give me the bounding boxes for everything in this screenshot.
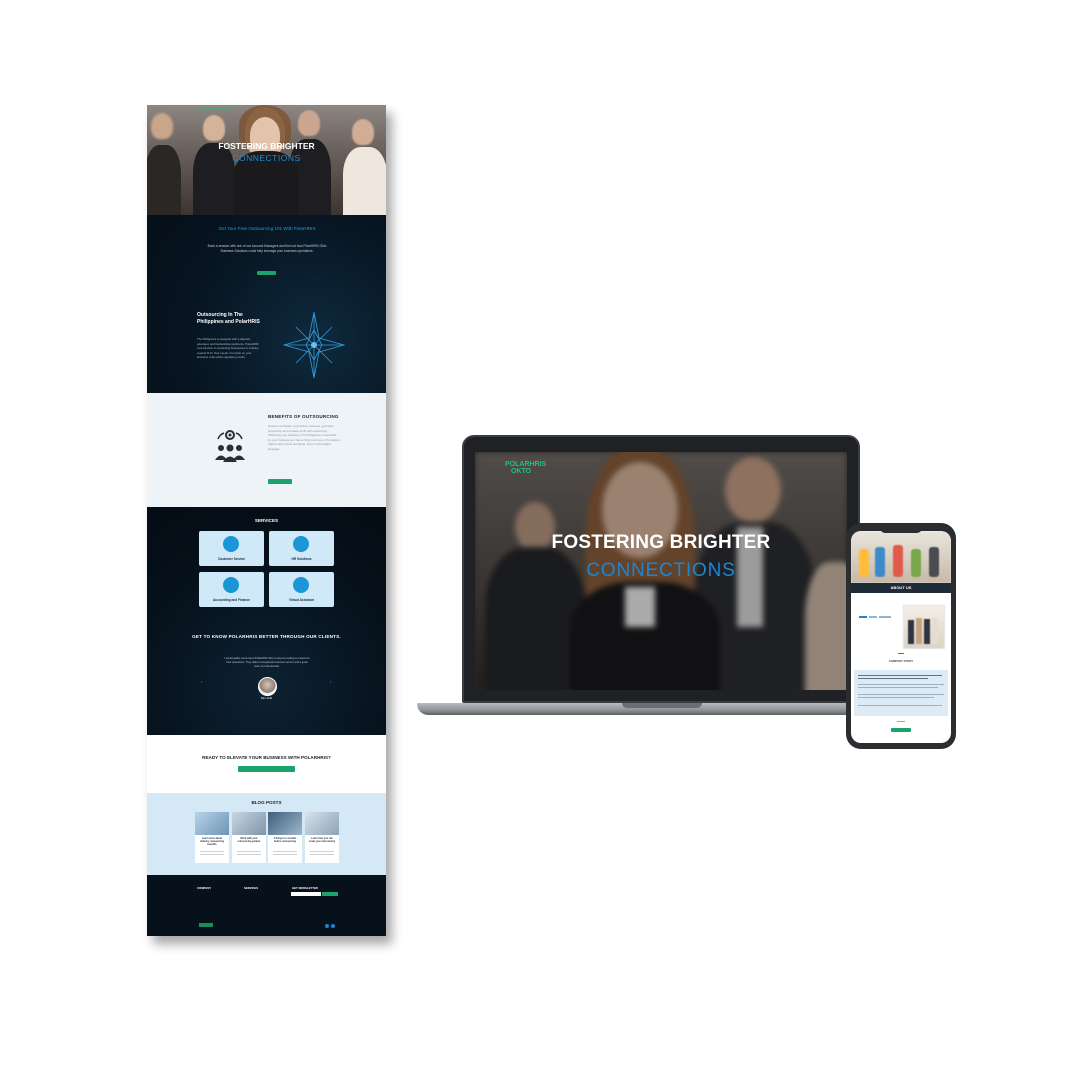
about-title: ABOUT US [890, 585, 912, 590]
network-star-graphic [282, 311, 346, 379]
cta-section: READY TO ELEVATE YOUR BUSINESS WITH POLA… [147, 735, 386, 793]
divider-dot [898, 653, 904, 654]
blog-card[interactable]: Learn how you can scale your outsourcing [305, 812, 339, 863]
headset-icon [223, 536, 239, 552]
clients-title: GET TO KNOW POLARHRIS BETTER THROUGH OUR… [192, 634, 341, 639]
newsletter-input[interactable] [291, 892, 321, 896]
blog-card-title: Work with your outsourcing partner [237, 837, 261, 844]
subscribe-button[interactable] [322, 892, 338, 896]
story-footer-line [897, 721, 905, 722]
blog-card[interactable]: Learn more about industry outsourcing be… [195, 812, 229, 863]
hero-title: FOSTERING BRIGHTER [551, 532, 771, 553]
blog-title: BLOG POSTS [251, 800, 282, 805]
calculator-icon [223, 577, 239, 593]
cta-title: READY TO ELEVATE YOUR BUSINESS WITH POLA… [202, 755, 331, 760]
blog-image [195, 812, 229, 835]
blog-card-title: 4 things to consider before outsourcing [273, 837, 297, 844]
services-title: SERVICES [254, 518, 279, 523]
blog-card-title: Learn how you can scale your outsourcing [308, 837, 336, 844]
outsourcing-body: The Philippines is equipped with a talen… [197, 337, 259, 360]
benefits-section: BENEFITS OF OUTSOURCING Reduce overheads… [147, 393, 386, 507]
service-card-hr-solutions[interactable]: HR Solutions [269, 531, 334, 566]
team-gear-icon [215, 430, 245, 462]
hero-subtitle: CONNECTIONS [232, 153, 301, 163]
brand-logo[interactable]: POLARHRIS OKTO [505, 461, 546, 475]
blog-image [305, 812, 339, 835]
blog-image [232, 812, 266, 835]
logo-line2: OKTO [511, 468, 532, 475]
footer-logo [199, 923, 213, 927]
carousel-next-icon[interactable]: › [330, 679, 331, 684]
phone-notch [880, 526, 922, 533]
carousel-prev-icon[interactable]: ‹ [201, 679, 202, 684]
company-story-title: COMPANY STORY [888, 659, 914, 663]
benefits-title: BENEFITS OF OUTSOURCING [268, 414, 339, 419]
service-label: HR Solutions [291, 557, 312, 561]
laptop-screen: POLARHRIS OKTO FOSTERING BRIGHTER CONNEC… [475, 452, 847, 690]
footer-col-newsletter: GET NEWSLETTER [292, 886, 318, 890]
people-icon [293, 536, 309, 552]
service-label: Accounting and Finance [212, 598, 250, 602]
benefits-body: Reduce overheads, expenditure, business,… [268, 424, 340, 451]
hero-title: FOSTERING BRIGHTER [218, 141, 315, 151]
client-avatar [258, 677, 277, 696]
logo-line1: POLARHRIS [505, 461, 547, 468]
cta-button[interactable] [238, 766, 295, 772]
laptop-hinge [622, 703, 702, 708]
services-section: SERVICES Customer Service HR Solutions A… [147, 507, 386, 735]
service-card-virtual-assistant[interactable]: Virtual Assistant [269, 572, 334, 607]
service-label: Customer Service [217, 557, 246, 561]
service-label: Virtual Assistant [289, 598, 314, 602]
hero-subtitle: CONNECTIONS [586, 560, 736, 581]
monitor-icon [293, 577, 309, 593]
blog-card[interactable]: 4 things to consider before outsourcing [268, 812, 302, 863]
service-card-accounting[interactable]: Accounting and Finance [199, 572, 264, 607]
long-page-mockup: POLARHRIS OKTO FOSTERING BRIGHTER CONNEC… [147, 105, 386, 936]
contact-button[interactable] [891, 728, 911, 732]
free-consult-body: Book a session with one of our Account M… [207, 244, 327, 253]
free-consult-section: Get Your Free Outsourcing 101 With Polar… [147, 215, 386, 393]
service-card-customer-service[interactable]: Customer Service [199, 531, 264, 566]
about-tab-3[interactable] [879, 616, 891, 618]
brand-logo[interactable]: POLARHRIS OKTO [195, 107, 231, 111]
story-highlight-box [854, 670, 948, 716]
about-hero-photo [851, 531, 951, 583]
blog-image [268, 812, 302, 835]
footer: COMPANY SERVICES GET NEWSLETTER [147, 875, 386, 936]
blog-card-title: Learn more about industry outsourcing be… [200, 837, 224, 847]
hero-section: POLARHRIS OKTO FOSTERING BRIGHTER CONNEC… [147, 105, 386, 215]
linkedin-icon[interactable] [331, 924, 335, 928]
learn-more-button[interactable] [268, 479, 292, 484]
testimonial-quote: I would gladly recommend PolarHRIS Okto … [224, 657, 310, 668]
about-tab-1[interactable] [859, 616, 867, 618]
free-consult-title: Get Your Free Outsourcing 101 With Polar… [218, 226, 316, 231]
footer-col-company: COMPANY [197, 886, 212, 890]
book-session-button[interactable] [257, 271, 276, 275]
phone-screen: ABOUT US COMPANY STORY [851, 531, 951, 743]
blog-section: BLOG POSTS Learn more about industry out… [147, 793, 386, 875]
facebook-icon[interactable] [325, 924, 329, 928]
footer-col-services: SERVICES [244, 886, 259, 890]
client-name: Ben Judd [261, 697, 272, 700]
outsourcing-title: Outsourcing In The Philippines and Polar… [197, 312, 260, 325]
team-photo [903, 605, 945, 649]
about-tab-2[interactable] [869, 616, 877, 618]
blog-card[interactable]: Work with your outsourcing partner [232, 812, 266, 863]
about-title-bar: ABOUT US [851, 583, 951, 593]
